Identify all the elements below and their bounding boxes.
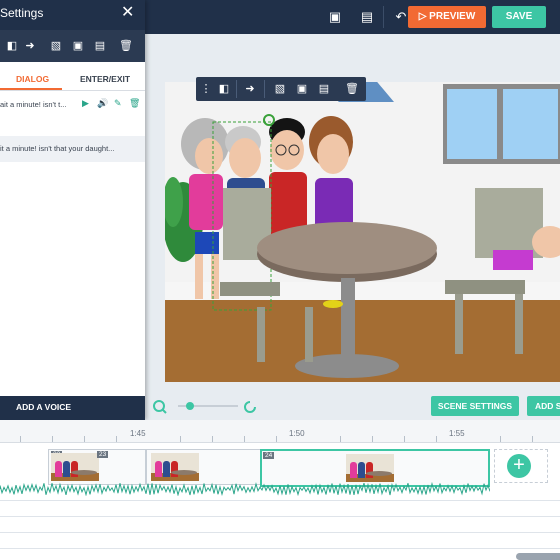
walk-arrow-icon[interactable]: ➜ — [242, 81, 258, 97]
flip-icon[interactable]: ◧ — [216, 81, 232, 97]
scene-canvas[interactable] — [165, 82, 560, 382]
layer-icon[interactable]: ▧ — [272, 81, 288, 97]
settings-tools: ◧ ➜ ▧ ▣ ▤ 🗑 — [0, 30, 145, 62]
tick-label: 1:45 — [130, 429, 146, 438]
zoom-svg — [153, 400, 256, 414]
audio-waveform — [0, 482, 490, 496]
preview-label: PREVIEW — [429, 11, 476, 22]
tab-dialog[interactable]: DIALOG — [16, 74, 49, 84]
timeline-ruler: 1:45 1:50 1:55 — [0, 420, 560, 443]
save-button[interactable]: SAVE — [492, 6, 546, 28]
bring-forward-icon[interactable]: ▣ — [326, 8, 344, 26]
duplicate-icon[interactable]: ▣ — [70, 38, 86, 54]
track-divider — [0, 500, 560, 501]
scene-settings-button[interactable]: SCENE SETTINGS — [431, 396, 519, 416]
timeline-resize-handle[interactable] — [516, 553, 560, 560]
timeline: 1:45 1:50 1:55 22 23 — [0, 420, 560, 560]
pencil-icon[interactable]: ✎ — [114, 98, 122, 109]
tab-active-underline — [0, 88, 62, 90]
paste-icon[interactable]: ▤ — [92, 38, 108, 54]
scene-number: 23 — [97, 451, 109, 458]
asset-toolbar: ⋮ ◧ ➜ ▧ ▣ ▤ 🗑 — [196, 77, 366, 101]
scene-artwork — [165, 114, 560, 378]
toolbar-divider — [383, 6, 384, 28]
drag-handle-icon[interactable]: ⋮ — [198, 81, 214, 97]
dialog-line-text: it a minute! isn't that your daught... — [0, 144, 115, 153]
settings-panel: Settings ✕ ◧ ➜ ▧ ▣ ▤ 🗑 DIALOG ENTER/EXIT… — [0, 0, 145, 420]
dialog-line-2[interactable]: it a minute! isn't that your daught... — [0, 136, 145, 162]
scene-thumbnail[interactable]: 23 — [97, 449, 262, 485]
speaker-icon[interactable]: 🔊 — [97, 98, 108, 109]
scene-strip: 22 23 24 — [0, 447, 560, 487]
dialog-line-1[interactable]: ait a minute! isn't t... ▶ 🔊 ✎ 🗑 — [0, 94, 145, 116]
add-scene-plus-button[interactable]: + — [507, 454, 531, 478]
walk-arrow-icon[interactable]: ➜ — [22, 38, 38, 54]
add-voice-button[interactable]: ADD A VOICE — [0, 396, 145, 420]
trash-icon[interactable]: 🗑 — [344, 81, 360, 97]
preview-button[interactable]: ▷ PREVIEW — [408, 6, 486, 28]
play-icon[interactable]: ▶ — [82, 98, 89, 109]
tab-enter-exit[interactable]: ENTER/EXIT — [80, 74, 130, 84]
play-circle-icon: ▷ — [418, 11, 427, 22]
paste-icon[interactable]: ▤ — [358, 8, 376, 26]
dialog-line-text: ait a minute! isn't t... — [0, 100, 67, 109]
settings-title: Settings — [0, 6, 44, 20]
reset-zoom-icon[interactable] — [244, 401, 256, 413]
flip-icon[interactable]: ◧ — [4, 38, 20, 54]
layer-icon[interactable]: ▧ — [48, 38, 64, 54]
trash-icon[interactable]: 🗑 — [118, 38, 134, 54]
add-scene-button[interactable]: ADD S — [527, 396, 560, 416]
paste-icon[interactable]: ▤ — [316, 81, 332, 97]
close-icon[interactable]: ✕ — [121, 3, 134, 23]
scene-number: 24 — [263, 452, 275, 459]
settings-tabs: DIALOG ENTER/EXIT — [0, 68, 145, 91]
zoom-slider-knob[interactable] — [186, 402, 194, 410]
tick-label: 1:50 — [289, 429, 305, 438]
track-divider — [0, 516, 560, 517]
settings-header: Settings ✕ — [0, 0, 145, 30]
add-voice-label: ADD A VOICE — [16, 402, 72, 412]
trash-icon[interactable]: 🗑 — [129, 98, 140, 109]
track-divider — [0, 532, 560, 533]
duplicate-icon[interactable]: ▣ — [294, 81, 310, 97]
tick-label: 1:55 — [449, 429, 465, 438]
zoom-controls — [152, 398, 262, 414]
track-divider — [0, 548, 560, 549]
